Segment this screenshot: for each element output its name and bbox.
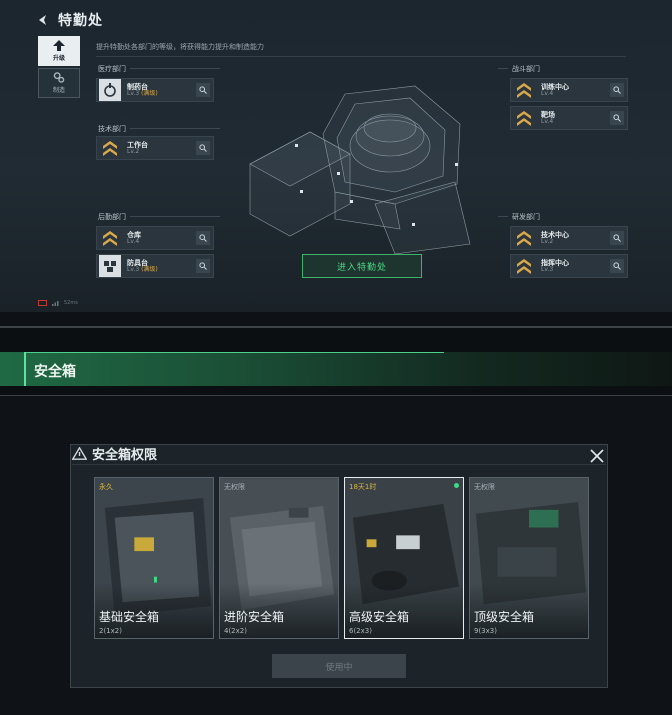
card-capacity: 2(1x2) — [99, 627, 122, 635]
divider — [96, 56, 626, 57]
facility-level: Lv.3 — [541, 265, 554, 273]
safe-box-card-basic[interactable]: 永久 基础安全箱 2(1x2) — [94, 477, 214, 639]
facility-model[interactable] — [225, 64, 495, 254]
upgrade-icon — [53, 40, 65, 51]
max-level-tag: (满级) — [141, 265, 158, 273]
chevron-rank-icon — [99, 227, 121, 249]
card-name: 顶级安全箱 — [474, 610, 535, 624]
facility-card-command-center[interactable]: 指挥中心 Lv.3 — [510, 254, 628, 278]
safe-box-card-advanced[interactable]: 无权限 进阶安全箱 4(2x2) — [219, 477, 339, 639]
chevron-rank-icon — [513, 255, 535, 277]
tab-label: 制造 — [52, 87, 65, 94]
divider — [130, 216, 220, 217]
signal-icon — [52, 301, 59, 306]
section-title: 安全箱 — [34, 364, 76, 380]
card-capacity: 9(3x3) — [474, 627, 497, 635]
facility-card-armor-bench[interactable]: 防具台 Lv.3 (满级) — [96, 254, 214, 278]
chevron-rank-icon — [513, 227, 535, 249]
card-name: 基础安全箱 — [99, 610, 160, 624]
divider — [498, 216, 508, 217]
card-capacity: 4(2x2) — [224, 627, 247, 635]
tab-label: 升级 — [52, 55, 65, 62]
facility-level: Lv.2 — [127, 147, 140, 155]
facility-card-warehouse[interactable]: 仓库 Lv.4 — [96, 226, 214, 250]
facility-level: Lv.3 — [127, 265, 140, 273]
facility-level: Lv.2 — [541, 237, 554, 245]
card-name: 高级安全箱 — [349, 610, 410, 624]
facility-card-training-center[interactable]: 训练中心 Lv.4 — [510, 78, 628, 102]
magnify-icon[interactable] — [610, 111, 624, 125]
close-icon[interactable] — [589, 448, 605, 464]
tab-upgrade[interactable]: 升级 — [38, 36, 80, 66]
warning-triangle-icon — [72, 447, 87, 460]
section-banner — [0, 352, 672, 386]
dialog-header: 安全箱权限 — [72, 444, 157, 463]
header: 特勤处 — [36, 10, 103, 30]
enter-special-ops-button[interactable]: 进入特勤处 — [302, 254, 422, 278]
card-tag: 无权限 — [474, 483, 495, 491]
chevron-rank-icon — [513, 107, 535, 129]
safe-box-card-premium[interactable]: 18天1时 高级安全箱 6(2x3) — [344, 477, 464, 639]
hint-text: 提升特勤处各部门的等级，将获得能力提升和制造能力 — [96, 43, 264, 51]
card-capacity: 6(2x3) — [349, 627, 372, 635]
back-arrow-icon[interactable] — [36, 13, 50, 27]
section-research-label: 研发部门 — [512, 213, 540, 221]
chevron-rank-icon — [99, 137, 121, 159]
section-medical-label: 医疗部门 — [98, 65, 126, 73]
gears-icon — [53, 72, 65, 83]
facility-card-pharmacy[interactable]: 制药台 Lv.3 (满级) — [96, 78, 214, 102]
facility-level: Lv.3 — [127, 89, 140, 97]
banner-accent — [24, 352, 26, 386]
divider — [130, 128, 220, 129]
tab-craft[interactable]: 制造 — [38, 68, 80, 98]
battery-icon — [38, 300, 47, 306]
card-name: 进阶安全箱 — [224, 610, 285, 624]
section-tech-label: 技术部门 — [98, 125, 126, 133]
status-bar: 52ms — [38, 300, 78, 306]
max-level-tag: (满级) — [141, 89, 158, 97]
magnify-icon[interactable] — [610, 259, 624, 273]
card-tag: 无权限 — [224, 483, 245, 491]
divider — [0, 326, 672, 328]
magnify-icon[interactable] — [196, 141, 210, 155]
magnify-icon[interactable] — [196, 231, 210, 245]
facility-card-tech-center[interactable]: 技术中心 Lv.2 — [510, 226, 628, 250]
magnify-icon[interactable] — [196, 259, 210, 273]
latency-text: 52ms — [64, 300, 78, 306]
facility-card-workbench[interactable]: 工作台 Lv.2 — [96, 136, 214, 160]
magnify-icon[interactable] — [610, 83, 624, 97]
section-combat-label: 战斗部门 — [512, 65, 540, 73]
card-tag: 18天1时 — [349, 483, 377, 491]
facility-card-range[interactable]: 靶场 Lv.4 — [510, 106, 628, 130]
magnify-icon[interactable] — [610, 231, 624, 245]
safe-box-card-top[interactable]: 无权限 顶级安全箱 9(3x3) — [469, 477, 589, 639]
in-use-button[interactable]: 使用中 — [272, 654, 406, 678]
card-tag: 永久 — [99, 483, 113, 491]
page-title: 特勤处 — [58, 13, 103, 29]
chevron-rank-icon — [513, 79, 535, 101]
active-indicator — [454, 483, 459, 488]
divider — [72, 464, 606, 465]
facility-level: Lv.4 — [541, 89, 554, 97]
facility-level: Lv.4 — [541, 117, 554, 125]
divider — [24, 352, 444, 353]
armor-icon — [99, 255, 121, 277]
magnify-icon[interactable] — [196, 83, 210, 97]
facility-level: Lv.4 — [127, 237, 140, 245]
dialog-title: 安全箱权限 — [92, 448, 158, 463]
pharmacy-icon — [99, 79, 121, 101]
divider — [498, 68, 508, 69]
divider — [0, 312, 672, 326]
special-ops-panel: 特勤处 提升特勤处各部门的等级，将获得能力提升和制造能力 升级 制造 医疗部门 … — [0, 0, 672, 312]
section-logistics-label: 后勤部门 — [98, 213, 126, 221]
divider — [130, 68, 220, 69]
